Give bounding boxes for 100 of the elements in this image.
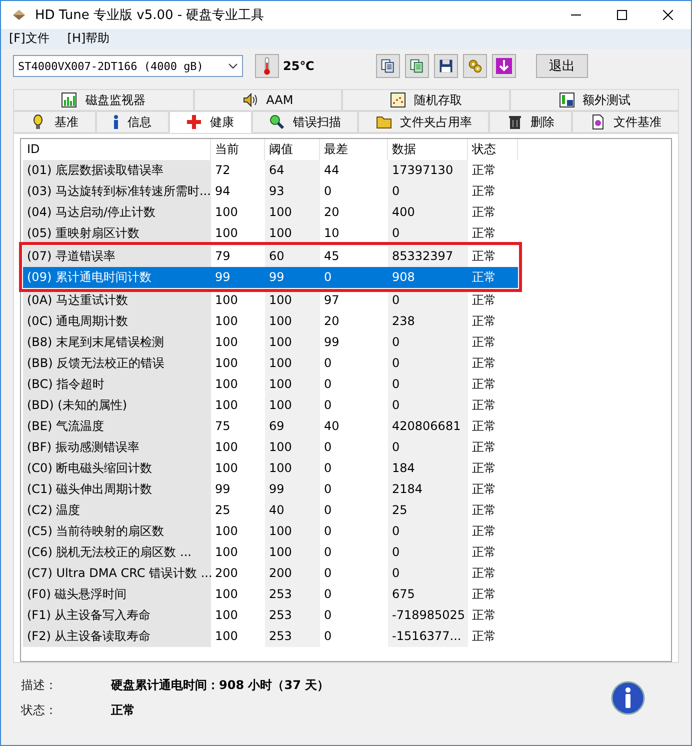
table-cell-text: 100 bbox=[214, 460, 239, 477]
tab[interactable]: 文件夹占用率 bbox=[358, 111, 490, 133]
tab[interactable]: 额外测试 bbox=[510, 89, 679, 111]
tab[interactable]: 删除 bbox=[489, 111, 572, 133]
table-cell-text: 97 bbox=[323, 292, 340, 309]
menu-item[interactable]: [H]帮助 bbox=[67, 30, 110, 48]
table-cell: 64 bbox=[265, 160, 320, 181]
table-row[interactable]: (05) 重映射扇区计数 100 100 10 0 正常 bbox=[23, 223, 518, 244]
table-cell: (BC) 指令超时 bbox=[23, 374, 211, 395]
drive-dropdown[interactable]: ST4000VX007-2DT166 (4000 gB) bbox=[13, 55, 243, 77]
table-row[interactable]: (BB) 反馈无法校正的错误 100 100 0 0 正常 bbox=[23, 353, 518, 374]
table-cell: 0 bbox=[388, 353, 468, 374]
table-cell: (F2) 从主设备读取寿命 bbox=[23, 626, 211, 647]
table-row[interactable]: (BE) 气流温度 75 69 40 420806681 正常 bbox=[23, 416, 518, 437]
table-cell: 93 bbox=[265, 181, 320, 202]
table-cell: (F0) 磁头悬浮时间 bbox=[23, 584, 211, 605]
table-cell-text: 44 bbox=[323, 162, 340, 179]
detail-value: 正常 bbox=[111, 702, 135, 719]
table-cell-text: 100 bbox=[214, 607, 239, 624]
table-row[interactable]: (BC) 指令超时 100 100 0 0 正常 bbox=[23, 374, 518, 395]
maximize-icon[interactable] bbox=[617, 10, 627, 20]
tab[interactable]: 基准 bbox=[13, 111, 96, 133]
table-cell: 0 bbox=[388, 521, 468, 542]
caret-icon bbox=[228, 63, 238, 69]
table-row[interactable]: (BF) 振动感测错误率 100 100 0 0 正常 bbox=[23, 437, 518, 458]
tab[interactable]: 错误扫描 bbox=[252, 111, 358, 133]
table-cell: 184 bbox=[388, 458, 468, 479]
table-row[interactable]: (BD) (未知的属性) 100 100 0 0 正常 bbox=[23, 395, 518, 416]
copy-all-button[interactable] bbox=[405, 54, 430, 78]
close-icon[interactable] bbox=[663, 10, 673, 20]
table-cell: 238 bbox=[388, 311, 468, 332]
table-row[interactable]: (C1) 磁头伸出周期计数 99 99 0 2184 正常 bbox=[23, 479, 518, 500]
save-button[interactable] bbox=[434, 54, 458, 78]
menu-item[interactable]: [F]文件 bbox=[9, 30, 50, 48]
table-cell-text: 200 bbox=[214, 565, 239, 582]
table-cell-text: 正常 bbox=[471, 439, 497, 456]
table-row[interactable]: (09) 累计通电时间计数 99 99 0 908 正常 bbox=[23, 267, 518, 288]
column-header[interactable]: 当前 bbox=[211, 139, 265, 160]
table-row[interactable]: (07) 寻道错误率 79 60 45 85332397 正常 bbox=[23, 246, 518, 267]
table-row[interactable]: (0A) 马达重试计数 100 100 97 0 正常 bbox=[23, 290, 518, 311]
table-row[interactable]: (03) 马达旋转到标准转速所需时... 94 93 0 0 正常 bbox=[23, 181, 518, 202]
table-cell: 85332397 bbox=[388, 246, 468, 267]
table-cell-text: 正常 bbox=[471, 586, 497, 603]
table-row[interactable]: (0C) 通电周期计数 100 100 20 238 正常 bbox=[23, 311, 518, 332]
table-cell: 0 bbox=[388, 181, 468, 202]
gears-icon bbox=[467, 58, 484, 74]
table-row[interactable]: (C5) 当前待映射的扇区数 100 100 0 0 正常 bbox=[23, 521, 518, 542]
table-cell-text: 正常 bbox=[471, 418, 497, 435]
table-cell-text: 0 bbox=[323, 355, 333, 372]
table-row[interactable]: (F1) 从主设备写入寿命 100 253 0 -718985025 正常 bbox=[23, 605, 518, 626]
scatter-chart-icon bbox=[390, 92, 406, 108]
column-header[interactable]: 状态 bbox=[468, 139, 518, 160]
tab[interactable]: 信息 bbox=[96, 111, 169, 133]
options-button[interactable] bbox=[463, 54, 488, 78]
table-cell-text: 正常 bbox=[471, 460, 497, 477]
tab[interactable]: 健康 bbox=[168, 111, 252, 133]
cross-icon bbox=[186, 114, 202, 130]
download-button[interactable] bbox=[492, 54, 516, 78]
table-cell-text: 正常 bbox=[471, 313, 497, 330]
table-cell-text: 0 bbox=[323, 586, 333, 603]
table-cell: (BD) (未知的属性) bbox=[23, 395, 211, 416]
table-cell: 100 bbox=[265, 437, 320, 458]
table-row[interactable]: (B8) 末尾到末尾错误检测 100 100 99 0 正常 bbox=[23, 332, 518, 353]
table-cell: (09) 累计通电时间计数 bbox=[23, 267, 211, 288]
table-cell-text: 正常 bbox=[471, 355, 497, 372]
table-cell: (05) 重映射扇区计数 bbox=[23, 223, 211, 244]
table-cell-text: 0 bbox=[323, 439, 333, 456]
table-cell: 0 bbox=[388, 332, 468, 353]
table-cell: 0 bbox=[388, 223, 468, 244]
table-cell: (0A) 马达重试计数 bbox=[23, 290, 211, 311]
documents-icon bbox=[409, 58, 426, 74]
table-row[interactable]: (C2) 温度 25 40 0 25 正常 bbox=[23, 500, 518, 521]
table-cell: 2184 bbox=[388, 479, 468, 500]
table-row[interactable]: (01) 底层数据读取错误率 72 64 44 17397130 正常 bbox=[23, 160, 518, 181]
table-cell: (07) 寻道错误率 bbox=[23, 246, 211, 267]
table-row[interactable]: (F0) 磁头悬浮时间 100 253 0 675 正常 bbox=[23, 584, 518, 605]
table-cell-text: 0 bbox=[323, 481, 333, 498]
table-cell: (0C) 通电周期计数 bbox=[23, 311, 211, 332]
table-cell-text: 0 bbox=[323, 565, 333, 582]
tab[interactable]: 磁盘监视器 bbox=[13, 89, 194, 111]
table-cell: 0 bbox=[388, 563, 468, 584]
table-row[interactable]: (C0) 断电磁头缩回计数 100 100 0 184 正常 bbox=[23, 458, 518, 479]
table-cell-text: 100 bbox=[214, 523, 239, 540]
tab[interactable]: 随机存取 bbox=[342, 89, 510, 111]
temperature-reading: 25℃ bbox=[283, 59, 314, 73]
table-cell: 99 bbox=[211, 267, 265, 288]
exit-button[interactable]: 退出 bbox=[536, 54, 588, 78]
tab[interactable]: 文件基准 bbox=[572, 111, 680, 133]
thermometer-button[interactable] bbox=[255, 54, 279, 78]
table-cell-text: 0 bbox=[323, 460, 333, 477]
table-row[interactable]: (C7) Ultra DMA CRC 错误计数 ... 200 200 0 0 正常 bbox=[23, 563, 518, 584]
table-row[interactable]: (F2) 从主设备读取寿命 100 253 0 -1516377... 正常 bbox=[23, 626, 518, 647]
table-cell: 253 bbox=[265, 626, 320, 647]
table-row[interactable]: (C6) 脱机无法校正的扇区数 ... 100 100 0 0 正常 bbox=[23, 542, 518, 563]
column-header[interactable]: 最差 bbox=[320, 139, 388, 160]
info-icon[interactable] bbox=[611, 681, 645, 715]
tab[interactable]: AAM bbox=[194, 89, 342, 111]
chart-icon bbox=[558, 92, 575, 108]
table-row[interactable]: (04) 马达启动/停止计数 100 100 20 400 正常 bbox=[23, 202, 518, 223]
copy-button[interactable] bbox=[376, 54, 400, 78]
